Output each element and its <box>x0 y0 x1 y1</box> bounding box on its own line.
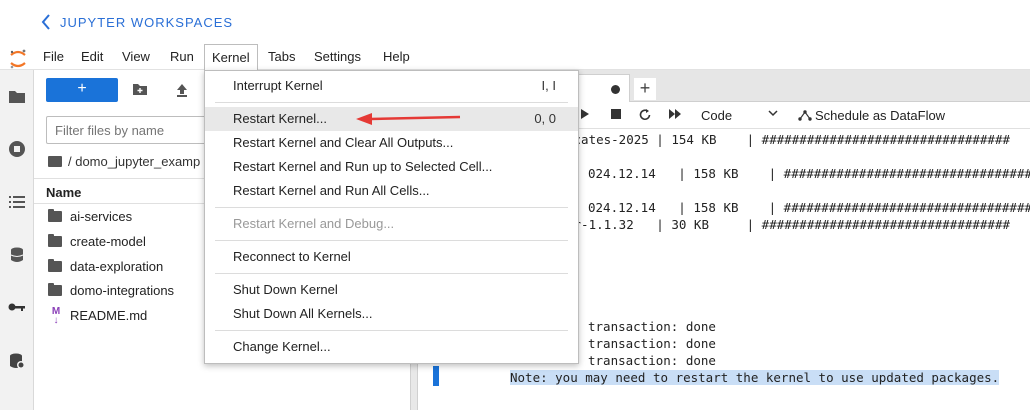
output-line: transaction: done <box>588 319 716 334</box>
folder-icon <box>48 234 62 247</box>
key-icon[interactable] <box>8 300 26 318</box>
folder-icon <box>48 283 62 296</box>
new-launcher-button[interactable]: + <box>46 78 118 102</box>
cell-type-select[interactable]: Code <box>701 108 732 123</box>
menu-kernel[interactable]: Kernel <box>204 44 258 70</box>
menu-item-label: Interrupt Kernel <box>233 78 323 93</box>
activity-rail <box>0 70 34 410</box>
file-name: create-model <box>70 234 146 249</box>
menu-item-restart-run-to-selected[interactable]: Restart Kernel and Run up to Selected Ce… <box>205 155 578 179</box>
output-line: 024.12.14 | 158 KB | ###################… <box>588 200 1030 215</box>
menu-item-shut-down-all-kernels[interactable]: Shut Down All Kernels... <box>205 302 578 326</box>
file-name: data-exploration <box>70 259 164 274</box>
interrupt-icon[interactable] <box>610 108 622 123</box>
menu-view[interactable]: View <box>122 49 150 67</box>
file-name: README.md <box>70 308 148 323</box>
output-line: transaction: done <box>588 336 716 351</box>
markdown-icon: M ↓ <box>51 306 61 326</box>
folder-icon <box>48 209 62 222</box>
menu-item-label: Restart Kernel and Clear All Outputs... <box>233 135 454 150</box>
menu-item-label: Reconnect to Kernel <box>233 249 351 264</box>
upload-icon[interactable] <box>174 82 190 98</box>
menu-item-label: Restart Kernel and Run up to Selected Ce… <box>233 159 493 174</box>
menu-item-label: Change Kernel... <box>233 339 331 354</box>
output-line: transaction: done <box>588 353 716 368</box>
menu-item-label: Restart Kernel... <box>233 111 327 126</box>
menu-divider <box>215 102 568 103</box>
unsaved-dot-icon <box>611 85 620 94</box>
schedule-dataflow-label: Schedule as DataFlow <box>815 108 946 123</box>
folder-icon <box>48 259 62 272</box>
file-name: domo-integrations <box>70 283 175 298</box>
menu-help[interactable]: Help <box>383 49 410 67</box>
top-bar: JUPYTER WORKSPACES <box>0 0 1030 44</box>
name-column-label: Name <box>46 185 82 200</box>
output-line: 024.12.14 | 158 KB | ###################… <box>588 166 1030 181</box>
running-stop-icon[interactable] <box>8 140 26 158</box>
output-note: Note: you may need to restart the kernel… <box>510 370 1000 385</box>
menu-settings[interactable]: Settings <box>314 49 361 67</box>
menu-item-label: Restart Kernel and Debug... <box>233 216 395 231</box>
database-settings-icon[interactable] <box>8 352 26 370</box>
menu-item-label: Restart Kernel and Run All Cells... <box>233 183 430 198</box>
menu-divider <box>215 240 568 241</box>
menu-item-label: Shut Down Kernel <box>233 282 338 297</box>
jupyter-logo-icon <box>8 48 28 69</box>
menu-divider <box>215 273 568 274</box>
table-of-contents-icon[interactable] <box>8 194 26 212</box>
menu-item-restart-clear-outputs[interactable]: Restart Kernel and Clear All Outputs... <box>205 131 578 155</box>
menu-item-interrupt-kernel[interactable]: Interrupt Kernel I, I <box>205 74 578 98</box>
breadcrumb[interactable]: JUPYTER WORKSPACES <box>60 15 233 30</box>
menu-item-shortcut: I, I <box>541 78 556 93</box>
menu-tabs[interactable]: Tabs <box>268 49 295 67</box>
menu-item-label: Shut Down All Kernels... <box>233 306 373 321</box>
menu-item-shortcut: 0, 0 <box>534 111 556 126</box>
menu-run[interactable]: Run <box>170 49 194 67</box>
folder-icon <box>48 156 62 167</box>
chevron-down-icon[interactable] <box>768 108 778 120</box>
new-tab-button[interactable]: + <box>634 78 656 100</box>
menu-item-restart-run-all[interactable]: Restart Kernel and Run All Cells... <box>205 179 578 203</box>
output-line: icates-2025 | 154 KB | #################… <box>566 132 1011 147</box>
new-folder-icon[interactable] <box>132 82 148 98</box>
file-name: ai-services <box>70 209 133 224</box>
menu-item-change-kernel[interactable]: Change Kernel... <box>205 335 578 359</box>
menu-divider <box>215 330 568 331</box>
menu-bar: File Edit View Run Kernel Tabs Settings … <box>0 44 1030 70</box>
output-line: er-1.1.32 | 30 KB | ####################… <box>566 217 1011 232</box>
schedule-dataflow-button[interactable]: Schedule as DataFlow <box>798 108 945 123</box>
breadcrumb-path[interactable]: / domo_jupyter_examp <box>48 154 200 172</box>
back-chevron-icon[interactable] <box>40 13 56 31</box>
run-icon[interactable] <box>580 108 590 123</box>
jupyter-workspace: JUPYTER WORKSPACES File Edit View Run Ke… <box>0 0 1030 410</box>
menu-item-reconnect-kernel[interactable]: Reconnect to Kernel <box>205 245 578 269</box>
annotation-arrow-icon <box>356 113 461 125</box>
menu-item-shut-down-kernel[interactable]: Shut Down Kernel <box>205 278 578 302</box>
menu-divider <box>215 207 568 208</box>
folder-icon[interactable] <box>8 88 26 106</box>
restart-icon[interactable] <box>638 108 652 125</box>
menu-item-restart-debug: Restart Kernel and Debug... <box>205 212 578 236</box>
path-text: / domo_jupyter_examp <box>68 154 201 169</box>
menu-file[interactable]: File <box>43 49 64 67</box>
active-cell-indicator[interactable] <box>433 366 439 386</box>
menu-edit[interactable]: Edit <box>81 49 103 67</box>
dataflow-icon <box>798 110 812 121</box>
database-icon[interactable] <box>8 246 26 264</box>
fast-forward-icon[interactable] <box>668 108 682 123</box>
